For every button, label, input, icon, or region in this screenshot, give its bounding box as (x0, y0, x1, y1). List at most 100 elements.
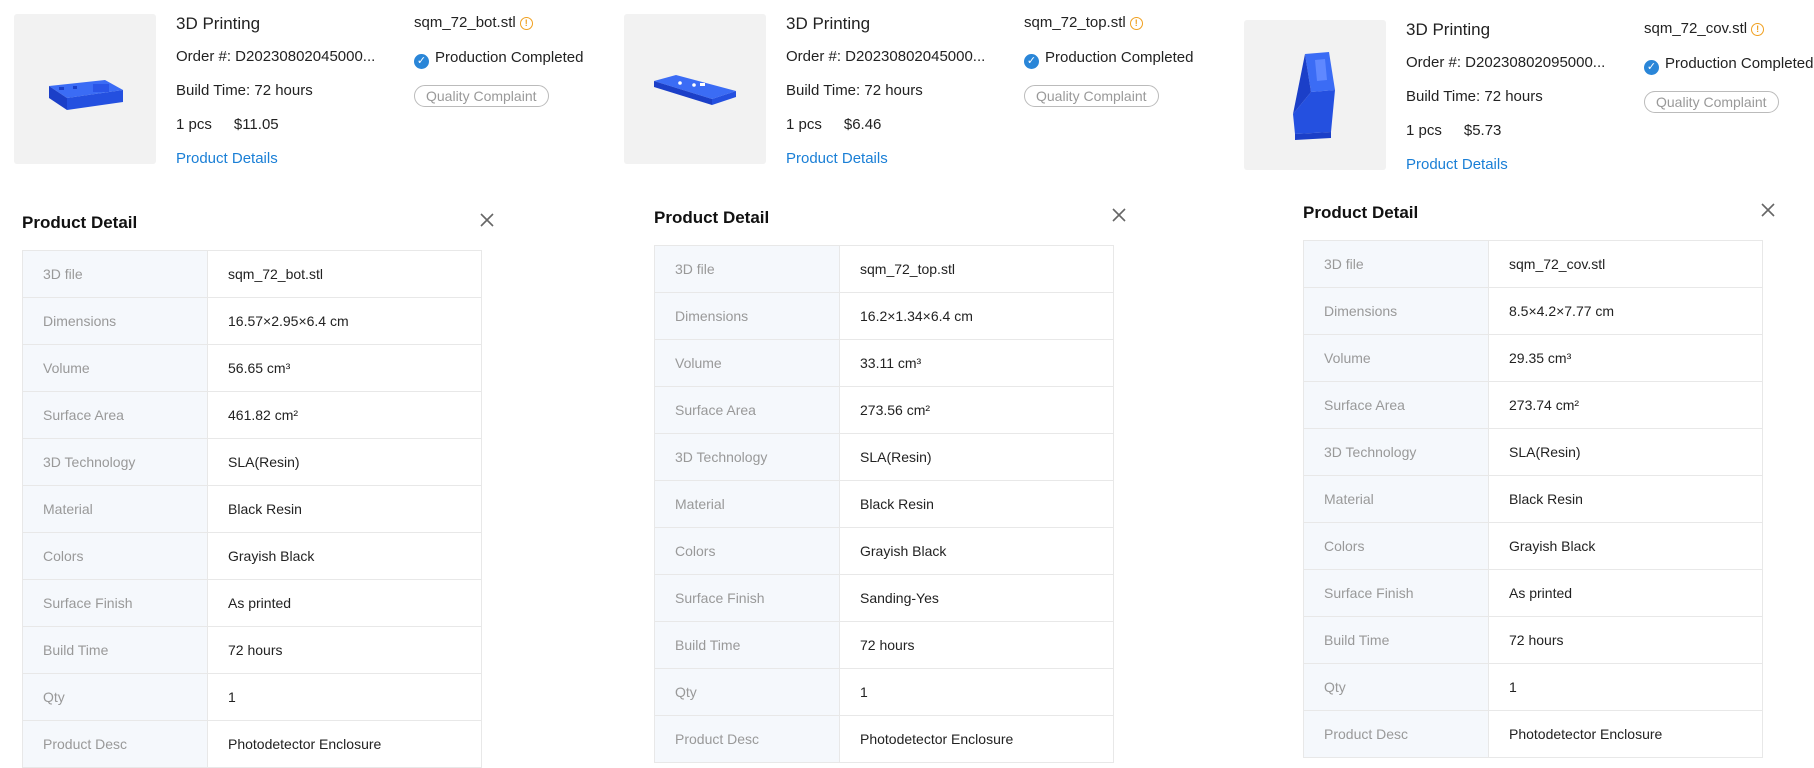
spec-label: Build Time (654, 621, 840, 669)
spec-row: 3D file sqm_72_bot.stl (22, 250, 482, 298)
product-details-link[interactable]: Product Details (1406, 156, 1626, 173)
spec-value: 29.35 cm³ (1488, 334, 1763, 382)
spec-row: Build Time 72 hours (22, 626, 482, 674)
quality-complaint-button[interactable]: Quality Complaint (414, 85, 549, 107)
spec-row: Qty 1 (22, 673, 482, 721)
box-model-icon (49, 80, 123, 110)
spec-label: Product Desc (1303, 710, 1489, 758)
spec-row: Product Desc Photodetector Enclosure (22, 720, 482, 768)
spec-value: 1 (1488, 663, 1763, 711)
status-text: Production Completed (1045, 49, 1194, 66)
spec-value: 72 hours (839, 621, 1114, 669)
spec-row: Dimensions 16.2×1.34×6.4 cm (654, 292, 1114, 340)
spec-value: 16.57×2.95×6.4 cm (207, 297, 482, 345)
product-details-link[interactable]: Product Details (786, 150, 1006, 167)
qty-price-row: 1 pcs $6.46 (786, 116, 1006, 150)
order-number: Order #: D20230802045000... (176, 48, 376, 65)
spec-label: Build Time (22, 626, 208, 674)
spec-label: Dimensions (1303, 287, 1489, 335)
spec-label: Material (654, 480, 840, 528)
product-details-link[interactable]: Product Details (176, 150, 396, 167)
plate-model-icon (654, 75, 736, 105)
qty-price-row: 1 pcs $5.73 (1406, 122, 1626, 156)
spec-label: 3D file (22, 250, 208, 298)
spec-value: SLA(Resin) (839, 433, 1114, 481)
spec-label: Qty (22, 673, 208, 721)
spec-row: 3D Technology SLA(Resin) (22, 438, 482, 486)
spec-value: 1 (207, 673, 482, 721)
spec-value: As printed (1488, 569, 1763, 617)
spec-value: 72 hours (207, 626, 482, 674)
spec-value: Grayish Black (207, 532, 482, 580)
spec-value: SLA(Resin) (207, 438, 482, 486)
price: $11.05 (233, 116, 279, 133)
quantity: 1 pcs (176, 116, 212, 133)
order-number: Order #: D20230802045000... (786, 48, 986, 65)
spec-row: Material Black Resin (654, 480, 1114, 528)
spec-row: Qty 1 (1303, 663, 1763, 711)
spec-row: 3D file sqm_72_cov.stl (1303, 240, 1763, 288)
spec-row: Product Desc Photodetector Enclosure (654, 715, 1114, 763)
spec-value: 273.56 cm² (839, 386, 1114, 434)
spec-value: Grayish Black (839, 527, 1114, 575)
spec-row: Volume 33.11 cm³ (654, 339, 1114, 387)
spec-row: Volume 29.35 cm³ (1303, 334, 1763, 382)
spec-table: 3D file sqm_72_bot.stl Dimensions 16.57×2.9… (22, 250, 482, 768)
spec-value: Sanding-Yes (839, 574, 1114, 622)
info-warning-icon[interactable]: ! (1129, 17, 1143, 30)
spec-row: Material Black Resin (22, 485, 482, 533)
spec-value: SLA(Resin) (1488, 428, 1763, 476)
spec-label: Volume (654, 339, 840, 387)
spec-value: sqm_72_top.stl (839, 245, 1114, 293)
spec-value: sqm_72_bot.stl (207, 250, 482, 298)
price: $5.73 (1463, 122, 1502, 139)
quality-complaint-button[interactable]: Quality Complaint (1644, 91, 1779, 113)
spec-value: 1 (839, 668, 1114, 716)
spec-row: Colors Grayish Black (654, 527, 1114, 575)
spec-value: Black Resin (207, 485, 482, 533)
spec-label: Dimensions (654, 292, 840, 340)
panel-title: Product Detail (654, 208, 770, 227)
close-icon[interactable] (1758, 200, 1778, 220)
spec-value: 72 hours (1488, 616, 1763, 664)
spec-value: Photodetector Enclosure (839, 715, 1114, 763)
service-title: 3D Printing (1406, 20, 1491, 39)
spec-row: Surface Area 273.56 cm² (654, 386, 1114, 434)
quantity: 1 pcs (1406, 122, 1442, 139)
spec-value: Photodetector Enclosure (207, 720, 482, 768)
spec-row: 3D Technology SLA(Resin) (654, 433, 1114, 481)
close-icon[interactable] (1109, 205, 1129, 225)
spec-row: Surface Area 461.82 cm² (22, 391, 482, 439)
spec-row: Surface Area 273.74 cm² (1303, 381, 1763, 429)
spec-row: 3D Technology SLA(Resin) (1303, 428, 1763, 476)
build-time: Build Time: 72 hours (786, 82, 923, 99)
spec-value: As printed (207, 579, 482, 627)
build-time: Build Time: 72 hours (176, 82, 313, 99)
service-title: 3D Printing (176, 14, 261, 33)
price: $6.46 (843, 116, 882, 133)
model-thumbnail[interactable] (624, 14, 766, 164)
spec-label: Colors (22, 532, 208, 580)
model-thumbnail[interactable] (1244, 20, 1386, 170)
spec-label: Surface Finish (654, 574, 840, 622)
cover-model-icon (1293, 52, 1335, 140)
spec-row: Qty 1 (654, 668, 1114, 716)
spec-label: Material (1303, 475, 1489, 523)
close-icon[interactable] (477, 210, 497, 230)
spec-label: Volume (22, 344, 208, 392)
spec-label: Volume (1303, 334, 1489, 382)
spec-value: Grayish Black (1488, 522, 1763, 570)
check-circle-icon: ✓ (1644, 60, 1659, 75)
panel-title: Product Detail (1303, 203, 1419, 222)
status-text: Production Completed (1665, 55, 1814, 72)
spec-row: Build Time 72 hours (654, 621, 1114, 669)
info-warning-icon[interactable]: ! (1751, 23, 1765, 36)
spec-row: Surface Finish As printed (22, 579, 482, 627)
spec-row: Colors Grayish Black (22, 532, 482, 580)
model-thumbnail[interactable] (14, 14, 156, 164)
quality-complaint-button[interactable]: Quality Complaint (1024, 85, 1159, 107)
check-circle-icon: ✓ (414, 54, 429, 69)
info-warning-icon[interactable]: ! (519, 17, 533, 30)
check-circle-icon: ✓ (1024, 54, 1039, 69)
spec-label: Surface Area (1303, 381, 1489, 429)
